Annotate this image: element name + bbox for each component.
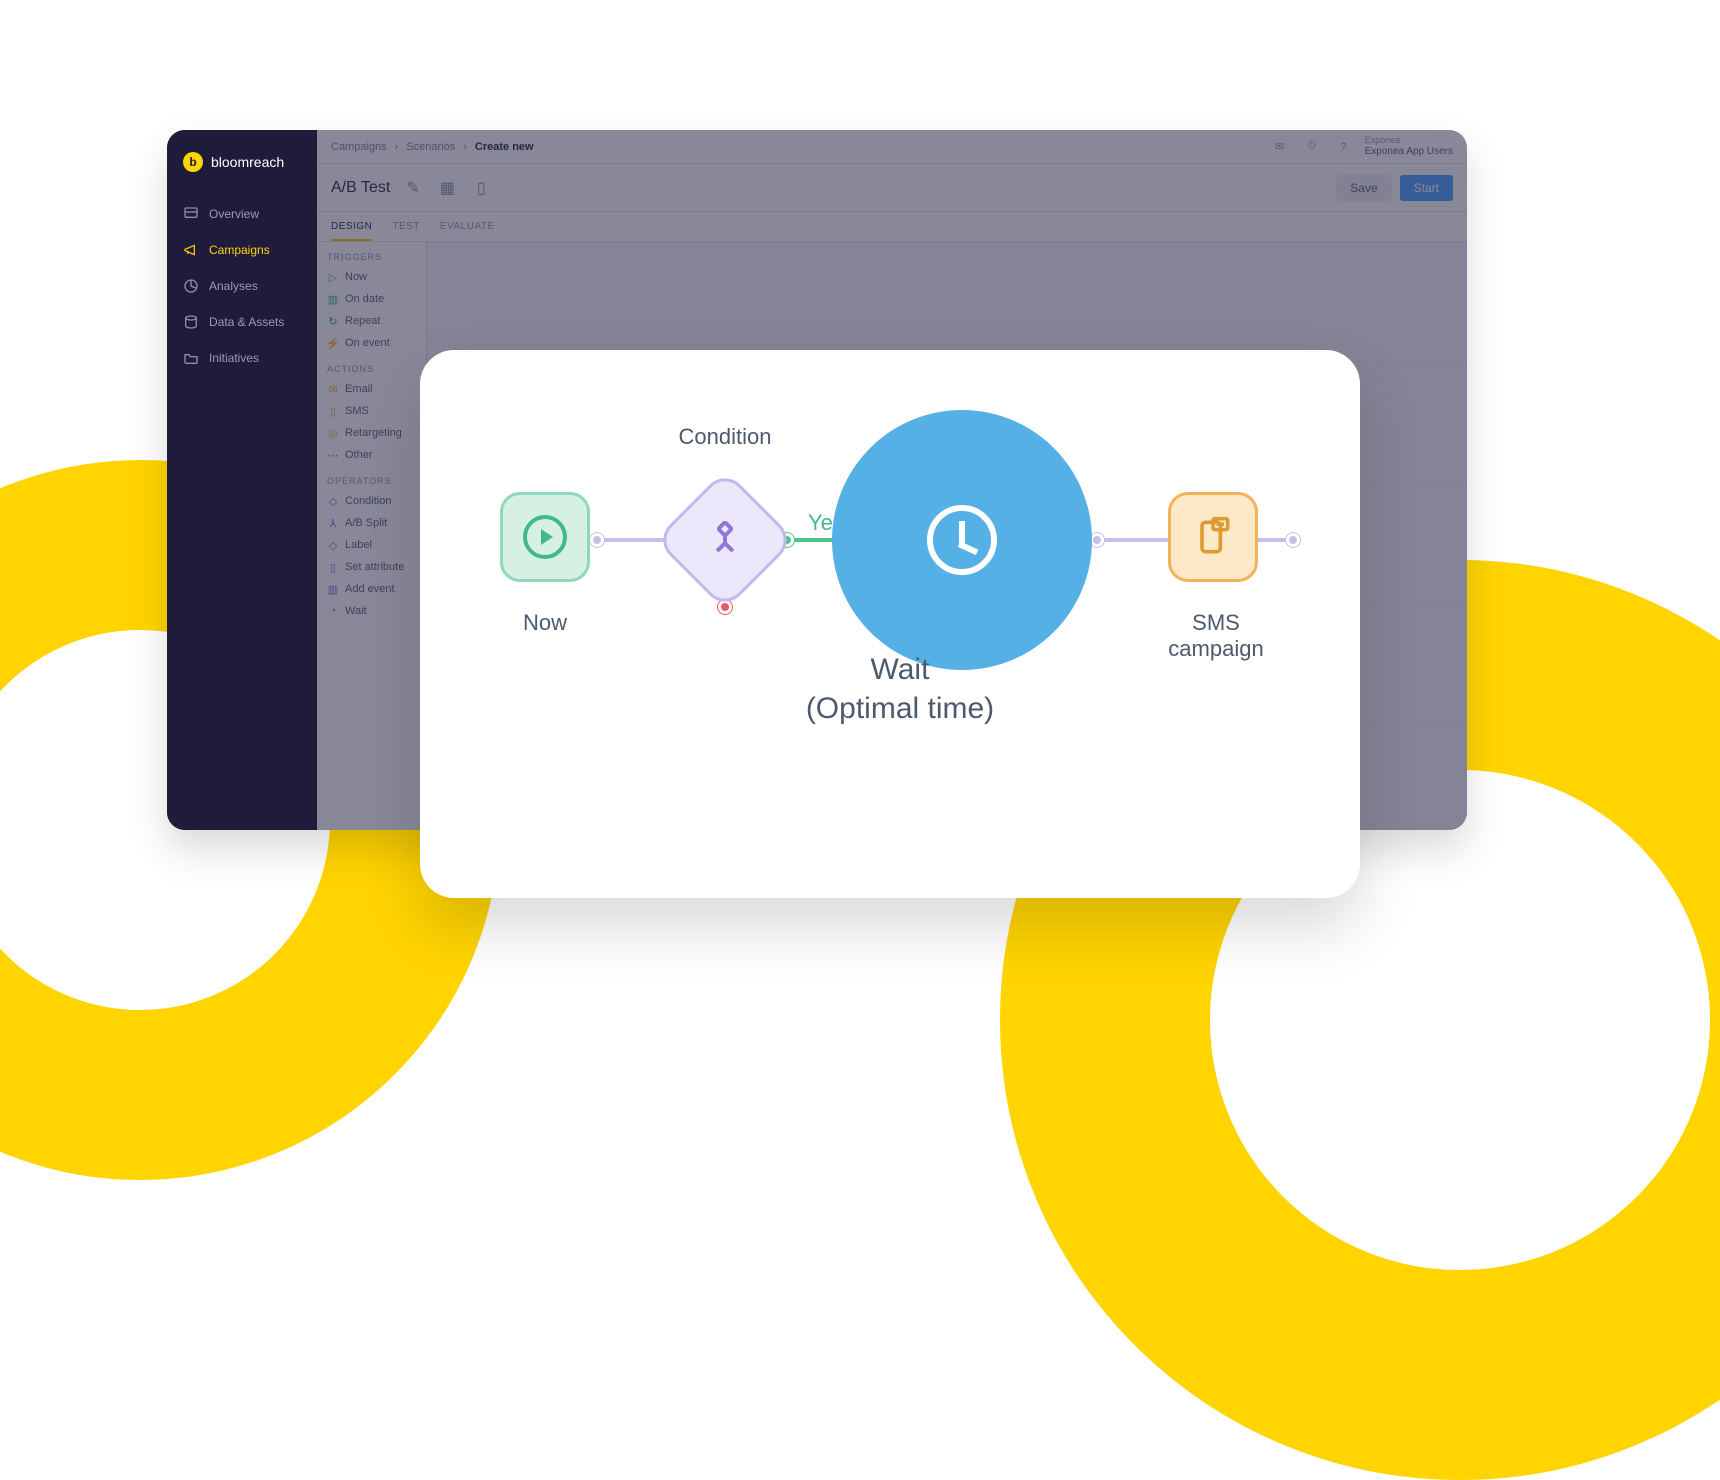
sidebar-item-label: Analyses xyxy=(209,279,258,293)
sidebar-item-analyses[interactable]: Analyses xyxy=(167,268,317,304)
pie-icon xyxy=(183,278,199,294)
overview-icon xyxy=(183,206,199,222)
brand-name: bloomreach xyxy=(211,154,284,170)
clock-icon xyxy=(927,505,997,575)
flow-node-sms[interactable] xyxy=(1168,492,1258,582)
sidebar-item-label: Data & Assets xyxy=(209,315,284,329)
flow-node-wait[interactable] xyxy=(832,410,1092,670)
flow-node-label: Wait (Optimal time) xyxy=(690,650,1110,728)
sms-icon xyxy=(1191,515,1235,559)
flow-node-condition[interactable] xyxy=(655,470,795,610)
database-icon xyxy=(183,314,199,330)
folder-icon xyxy=(183,350,199,366)
branch-icon xyxy=(706,521,744,559)
flow-node-label: Now xyxy=(500,610,590,636)
sidebar-item-label: Initiatives xyxy=(209,351,259,365)
flow-node-label: SMS campaign xyxy=(1136,610,1296,662)
brand-logo: b bloomreach xyxy=(167,142,317,196)
flow-detail-card: Now Condition Yes SMS campaign Wait (Opt… xyxy=(420,350,1360,898)
sidebar-item-data-assets[interactable]: Data & Assets xyxy=(167,304,317,340)
sidebar-item-campaigns[interactable]: Campaigns xyxy=(167,232,317,268)
megaphone-icon xyxy=(183,242,199,258)
sidebar-item-overview[interactable]: Overview xyxy=(167,196,317,232)
connector-dot xyxy=(590,533,604,547)
flow-node-now[interactable] xyxy=(500,492,590,582)
play-icon xyxy=(523,515,567,559)
flow-node-label: Condition xyxy=(655,424,795,450)
connector-dot xyxy=(1286,533,1300,547)
brand-mark-icon: b xyxy=(183,152,203,172)
sidebar-item-label: Overview xyxy=(209,207,259,221)
sidebar: b bloomreach Overview Campaigns Analyses… xyxy=(167,130,317,830)
sidebar-item-initiatives[interactable]: Initiatives xyxy=(167,340,317,376)
connector-dot xyxy=(1090,533,1104,547)
sidebar-item-label: Campaigns xyxy=(209,243,270,257)
